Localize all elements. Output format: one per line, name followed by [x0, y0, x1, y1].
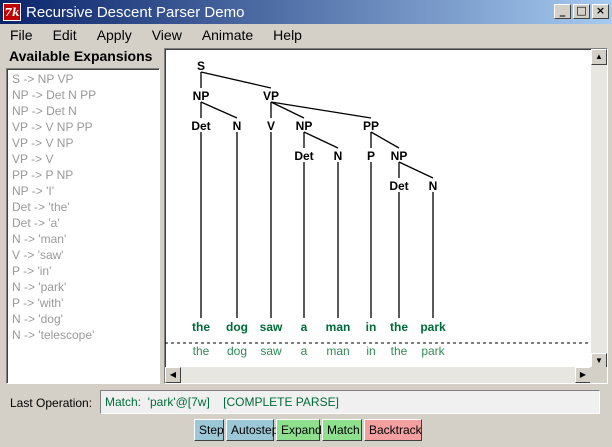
tree-edge [200, 101, 238, 119]
tree-leaf[interactable]: the [390, 320, 408, 334]
text-token: dog [227, 344, 247, 358]
menu-animate[interactable]: Animate [192, 24, 263, 46]
menu-file[interactable]: File [0, 24, 43, 46]
scroll-right-icon[interactable]: ▶ [575, 367, 591, 383]
expansion-item[interactable]: VP -> V NP [12, 135, 159, 151]
tree-node[interactable]: N [233, 119, 242, 133]
tree-leaf[interactable]: park [420, 320, 446, 334]
text-token: man [326, 344, 349, 358]
menu-view[interactable]: View [142, 24, 192, 46]
expansion-item[interactable]: N -> 'telescope' [12, 327, 159, 343]
expansion-item[interactable]: VP -> V NP PP [12, 119, 159, 135]
tree-node[interactable]: N [334, 149, 343, 163]
vertical-scrollbar[interactable]: ▲ ▼ [591, 49, 607, 369]
menu-help[interactable]: Help [263, 24, 312, 46]
menu-apply[interactable]: Apply [87, 24, 142, 46]
tree-edge [398, 161, 434, 179]
expansion-item[interactable]: N -> 'man' [12, 231, 159, 247]
tree-node[interactable]: P [367, 149, 375, 163]
text-token: the [391, 344, 408, 358]
tree-node[interactable]: Det [191, 119, 210, 133]
tree-node[interactable]: Det [294, 149, 313, 163]
tree-leaf[interactable]: a [301, 320, 308, 334]
expansions-list[interactable]: S -> NP VP NP -> Det N PP NP -> Det N VP… [6, 68, 160, 384]
text-token: saw [260, 344, 282, 358]
tree-node[interactable]: NP [296, 119, 313, 133]
scroll-left-icon[interactable]: ◀ [165, 367, 181, 383]
expansion-item[interactable]: Det -> 'the' [12, 199, 159, 215]
window-title: Recursive Descent Parser Demo [26, 3, 245, 21]
tree-node[interactable]: Det [389, 179, 408, 193]
expansion-item[interactable]: S -> NP VP [12, 71, 159, 87]
minimize-icon[interactable]: _ [554, 4, 571, 19]
tree-node[interactable]: NP [193, 89, 210, 103]
control-buttons: Step Autostep Expand Match Backtrack [194, 419, 422, 441]
horizontal-scrollbar[interactable]: ◀ ▶ [165, 367, 591, 383]
tree-leaf[interactable]: dog [226, 320, 248, 334]
tree-edge [370, 131, 400, 149]
expansion-item[interactable]: P -> 'in' [12, 263, 159, 279]
menu-edit[interactable]: Edit [43, 24, 87, 46]
parse-tree-canvas[interactable]: S NP VP Det N V NP PP Det N P NP Det Nthe dog saw a man in… [164, 48, 608, 384]
tree-edge [270, 101, 372, 119]
expansion-item[interactable]: V -> 'saw' [12, 247, 159, 263]
tree-node[interactable]: S [197, 59, 205, 73]
parse-tree: SNP VPDet N V NP PPDet N P NPDet Nthe dog saw a man in… [165, 59, 591, 358]
expansions-title: Available Expansions [9, 48, 153, 64]
expansion-item[interactable]: NP -> Det N [12, 103, 159, 119]
text-token: the [193, 344, 210, 358]
autostep-button[interactable]: Autostep [226, 419, 278, 441]
text-token: park [421, 344, 445, 358]
expansion-item[interactable]: NP -> Det N PP [12, 87, 159, 103]
text-token: in [366, 344, 375, 358]
tree-edge [303, 131, 339, 149]
expansion-item[interactable]: N -> 'park' [12, 279, 159, 295]
tree-leaf[interactable]: saw [260, 320, 283, 334]
expansion-item[interactable]: N -> 'dog' [12, 311, 159, 327]
tk-app-icon[interactable]: 7k [3, 3, 21, 21]
expansion-item[interactable]: PP -> P NP [12, 167, 159, 183]
expansion-item[interactable]: P -> 'with' [12, 295, 159, 311]
expansion-item[interactable]: NP -> 'I' [12, 183, 159, 199]
scroll-up-icon[interactable]: ▲ [591, 49, 607, 65]
tree-node[interactable]: PP [363, 119, 379, 133]
tree-leaf[interactable]: in [366, 320, 377, 334]
tree-node[interactable]: N [429, 179, 438, 193]
expansion-item[interactable]: VP -> V [12, 151, 159, 167]
tree-leaf[interactable]: man [326, 320, 351, 334]
last-operation-value: Match: 'park'@[7w] [COMPLETE PARSE] [100, 390, 600, 414]
scrollbar-corner [590, 367, 607, 383]
tree-node[interactable]: NP [391, 149, 408, 163]
expand-button[interactable]: Expand [276, 419, 322, 441]
step-button[interactable]: Step [194, 419, 224, 441]
last-operation-label: Last Operation: [10, 396, 93, 410]
maximize-icon[interactable]: □ [573, 4, 590, 19]
expansion-item[interactable]: Det -> 'a' [12, 215, 159, 231]
backtrack-button[interactable]: Backtrack [364, 419, 422, 441]
title-bar: 7k Recursive Descent Parser Demo _ □ × [0, 0, 612, 24]
menu-bar: File Edit Apply View Animate Help [0, 24, 612, 46]
tree-leaf[interactable]: the [192, 320, 210, 334]
match-button[interactable]: Match [322, 419, 362, 441]
tree-node[interactable]: V [267, 119, 275, 133]
tree-node[interactable]: VP [263, 89, 279, 103]
close-icon[interactable]: × [592, 4, 609, 19]
tree-edge [200, 71, 272, 89]
text-token: a [301, 344, 308, 358]
